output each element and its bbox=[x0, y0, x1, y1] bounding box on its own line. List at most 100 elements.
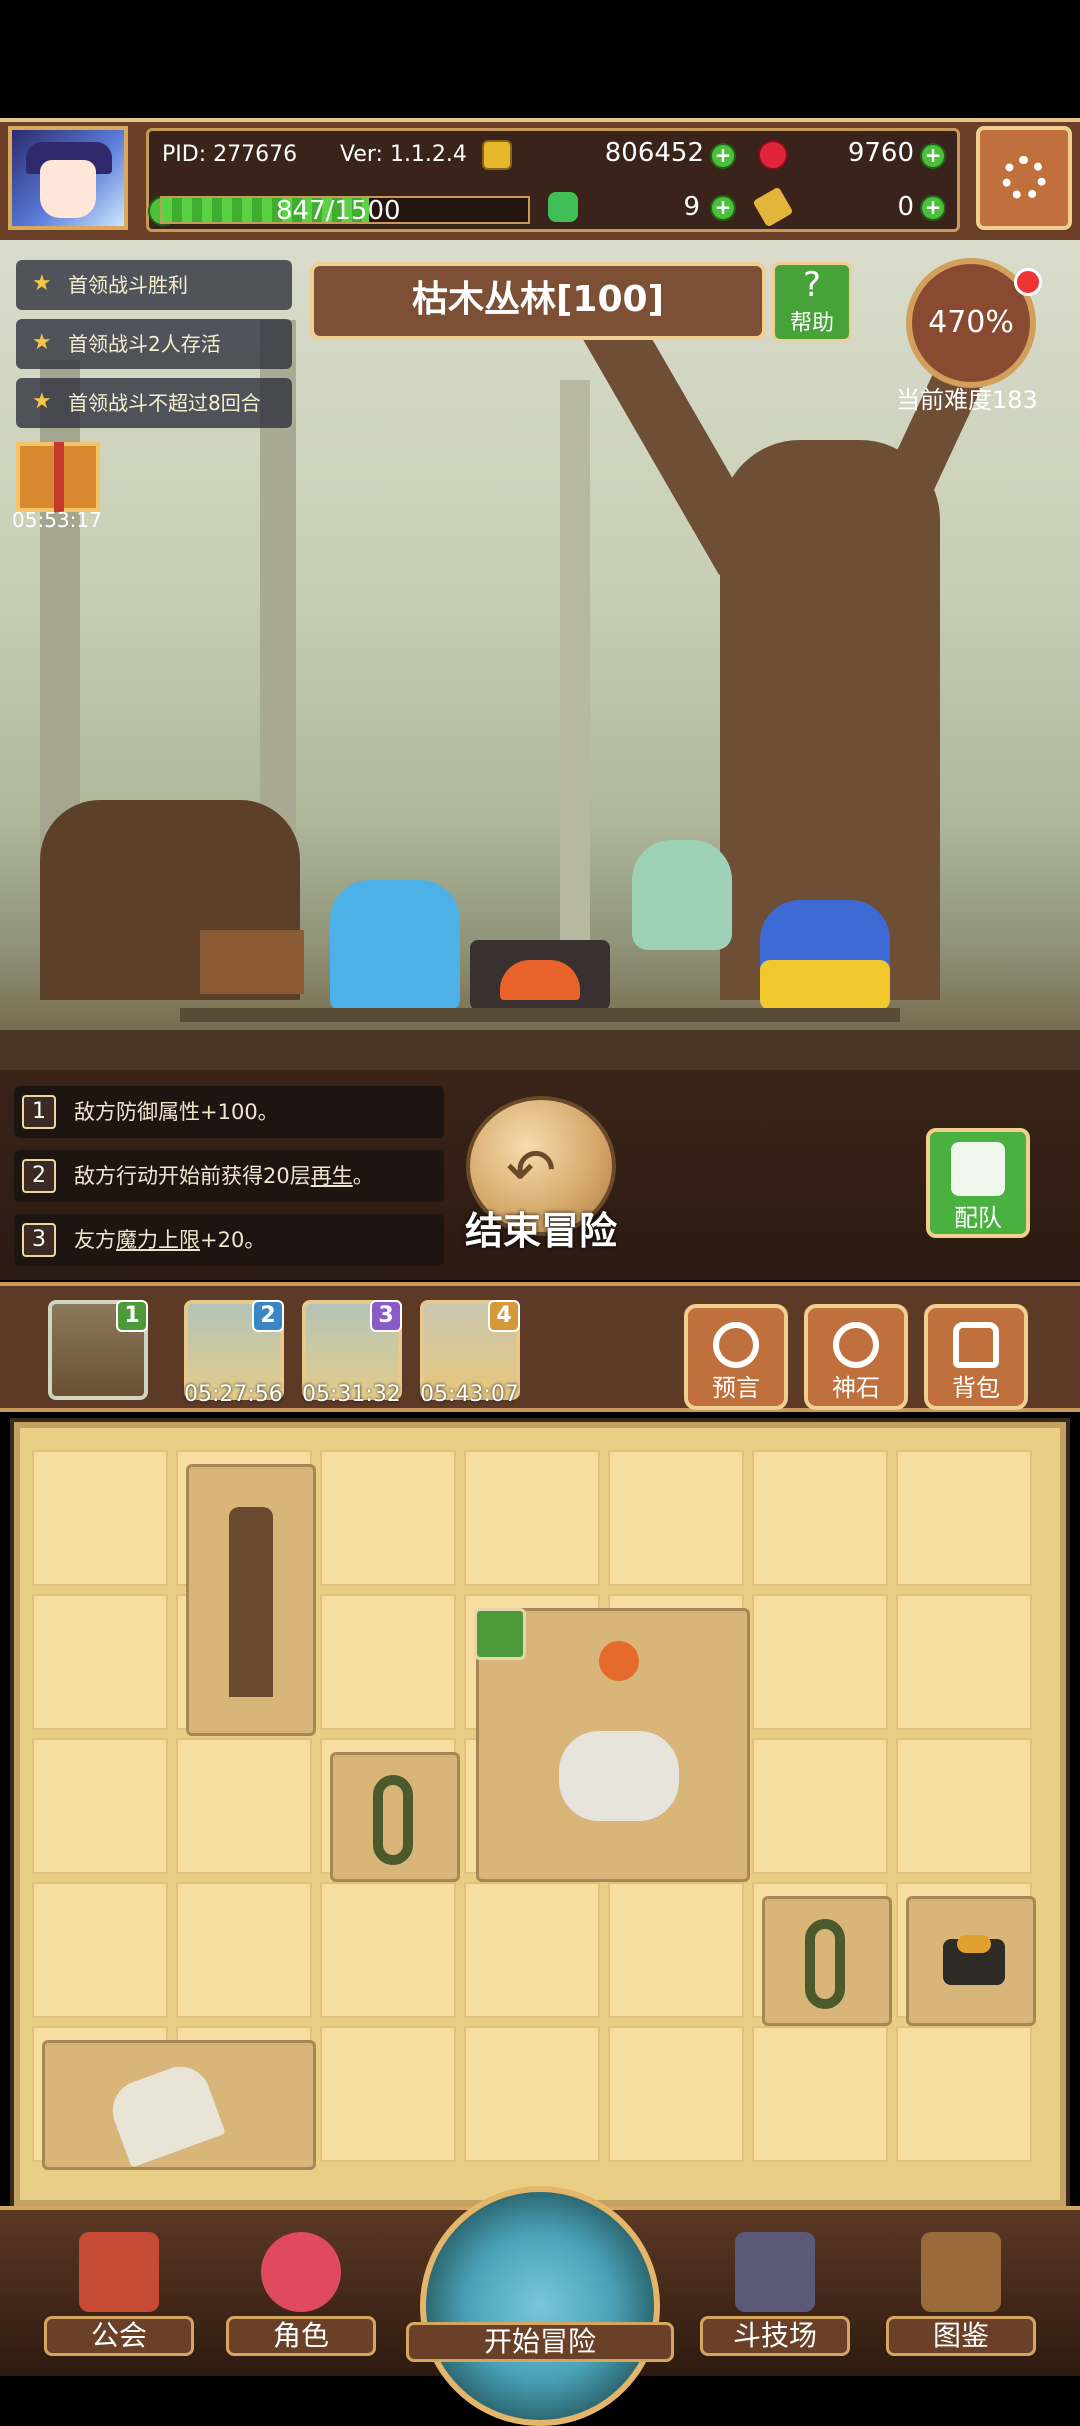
slot-badge-1: 1 bbox=[116, 1300, 148, 1332]
add-gems-button[interactable]: + bbox=[920, 143, 946, 169]
floor-slot-bar bbox=[0, 1282, 1080, 1412]
grid-cell[interactable] bbox=[752, 1450, 888, 1586]
slot-badge-4: 4 bbox=[488, 1300, 520, 1332]
slot-timer-2: 05:27:56 bbox=[184, 1382, 283, 1407]
backpack-label: 背包 bbox=[952, 1374, 1000, 1402]
end-adventure-button[interactable]: ↶ 结束冒险 bbox=[456, 1096, 626, 1256]
slot-timer-3: 05:31:32 bbox=[302, 1382, 401, 1407]
nav-label: 斗技场 bbox=[700, 2316, 850, 2356]
nav-label: 角色 bbox=[226, 2316, 376, 2356]
slot-timer-4: 05:43:07 bbox=[420, 1382, 519, 1407]
grid-cell[interactable] bbox=[32, 1882, 168, 2018]
grid-cell[interactable] bbox=[176, 1738, 312, 1874]
grid-cell[interactable] bbox=[608, 2026, 744, 2162]
grid-cell[interactable] bbox=[608, 1450, 744, 1586]
grid-cell[interactable] bbox=[752, 2026, 888, 2162]
magnifier-map-icon bbox=[420, 2186, 660, 2426]
nav-character[interactable]: 角色 bbox=[226, 2222, 376, 2362]
grid-cell[interactable] bbox=[32, 1738, 168, 1874]
grid-cell[interactable] bbox=[608, 1882, 744, 2018]
ground-ledge bbox=[180, 1008, 900, 1022]
objective-text: 首领战斗2人存活 bbox=[68, 332, 221, 356]
gold-amount: 806452 bbox=[604, 138, 704, 168]
nav-label: 图鉴 bbox=[886, 2316, 1036, 2356]
nav-codex[interactable]: 图鉴 bbox=[886, 2222, 1036, 2362]
objective-text: 首领战斗胜利 bbox=[68, 273, 188, 297]
nav-start-adventure[interactable]: 开始冒险 bbox=[406, 2186, 674, 2426]
team-label: 配队 bbox=[954, 1204, 1002, 1232]
grid-cell[interactable] bbox=[896, 1450, 1032, 1586]
grid-cell[interactable] bbox=[320, 1594, 456, 1730]
star-icon: ★ bbox=[32, 389, 52, 414]
objective-text: 首领战斗不超过8回合 bbox=[68, 391, 261, 415]
modifier-row-2: 2 敌方行动开始前获得20层再生。 bbox=[14, 1150, 444, 1202]
codex-book-icon bbox=[921, 2232, 1001, 2312]
gift-box-button[interactable] bbox=[16, 442, 100, 512]
gold-coin-icon bbox=[482, 140, 512, 170]
xp-text: 847/1500 bbox=[276, 196, 401, 226]
vine-tile[interactable] bbox=[330, 1752, 460, 1882]
question-icon: ? bbox=[802, 265, 822, 305]
slot-badge-2: 2 bbox=[252, 1300, 284, 1332]
player-avatar[interactable] bbox=[8, 126, 128, 230]
dead-tree-tile[interactable] bbox=[186, 1464, 316, 1736]
grid-cell[interactable] bbox=[464, 1882, 600, 2018]
prophecy-button[interactable]: 预言 bbox=[684, 1304, 788, 1410]
ice-princess-hero bbox=[330, 880, 460, 1010]
godstone-icon bbox=[833, 1322, 879, 1368]
crossed-swords-icon bbox=[735, 2232, 815, 2312]
gem-amount: 9760 bbox=[847, 138, 914, 168]
supply-crate bbox=[200, 930, 304, 994]
gravestone-tile[interactable] bbox=[42, 2040, 316, 2170]
modifier-row-1: 1 敌方防御属性+100。 bbox=[14, 1086, 444, 1138]
notification-dot bbox=[1014, 268, 1042, 296]
nav-guild[interactable]: 公会 bbox=[44, 2222, 194, 2362]
campfire-tile[interactable] bbox=[906, 1896, 1036, 2026]
gift-timer: 05:53:17 bbox=[12, 508, 102, 532]
nav-arena[interactable]: 斗技场 bbox=[700, 2222, 850, 2362]
ruby-gem-icon bbox=[758, 140, 788, 170]
godstone-label: 神石 bbox=[832, 1374, 880, 1402]
stage-title: 枯木丛林[100] bbox=[310, 262, 766, 340]
thumbs-up-icon bbox=[474, 1608, 526, 1660]
grid-cell[interactable] bbox=[464, 1450, 600, 1586]
team-icon bbox=[951, 1142, 1005, 1196]
keyword-link[interactable]: 魔力上限 bbox=[116, 1228, 200, 1252]
modifier-number: 2 bbox=[22, 1159, 56, 1193]
grid-cell[interactable] bbox=[320, 1450, 456, 1586]
modifier-number: 1 bbox=[22, 1095, 56, 1129]
grid-cell[interactable] bbox=[320, 2026, 456, 2162]
add-clover-button[interactable]: + bbox=[710, 195, 736, 221]
modifier-text: 敌方行动开始前获得20层 bbox=[74, 1164, 311, 1188]
backpack-button[interactable]: 背包 bbox=[924, 1304, 1028, 1410]
objective-3: ★ 首领战斗不超过8回合 bbox=[16, 378, 292, 428]
godstone-button[interactable]: 神石 bbox=[804, 1304, 908, 1410]
nav-label: 公会 bbox=[44, 2316, 194, 2356]
modifier-text: 友方 bbox=[74, 1228, 116, 1252]
settings-button[interactable] bbox=[976, 126, 1072, 230]
add-keys-button[interactable]: + bbox=[920, 195, 946, 221]
grid-cell[interactable] bbox=[176, 1882, 312, 2018]
grid-cell[interactable] bbox=[464, 2026, 600, 2162]
grid-cell[interactable] bbox=[32, 1450, 168, 1586]
grid-cell[interactable] bbox=[752, 1738, 888, 1874]
golden-robe bbox=[760, 960, 890, 1010]
player-id: PID: 277676 bbox=[162, 142, 298, 167]
keyword-link[interactable]: 再生 bbox=[311, 1164, 353, 1188]
crystal-ball-icon bbox=[713, 1322, 759, 1368]
grid-cell[interactable] bbox=[896, 2026, 1032, 2162]
nav-label: 开始冒险 bbox=[406, 2322, 674, 2362]
vine-tile[interactable] bbox=[762, 1896, 892, 2026]
add-gold-button[interactable]: + bbox=[710, 143, 736, 169]
help-button[interactable]: ? 帮助 bbox=[772, 262, 852, 342]
game-version: Ver: 1.1.2.4 bbox=[340, 142, 467, 167]
grid-cell[interactable] bbox=[752, 1594, 888, 1730]
team-setup-button[interactable]: 配队 bbox=[926, 1128, 1030, 1238]
grid-cell[interactable] bbox=[32, 1594, 168, 1730]
grid-cell[interactable] bbox=[896, 1594, 1032, 1730]
modifier-text: 敌方防御属性+100。 bbox=[74, 1100, 279, 1124]
grid-cell[interactable] bbox=[320, 1882, 456, 2018]
gear-icon bbox=[1002, 156, 1046, 200]
objective-1: ★ 首领战斗胜利 bbox=[16, 260, 292, 310]
grid-cell[interactable] bbox=[896, 1738, 1032, 1874]
